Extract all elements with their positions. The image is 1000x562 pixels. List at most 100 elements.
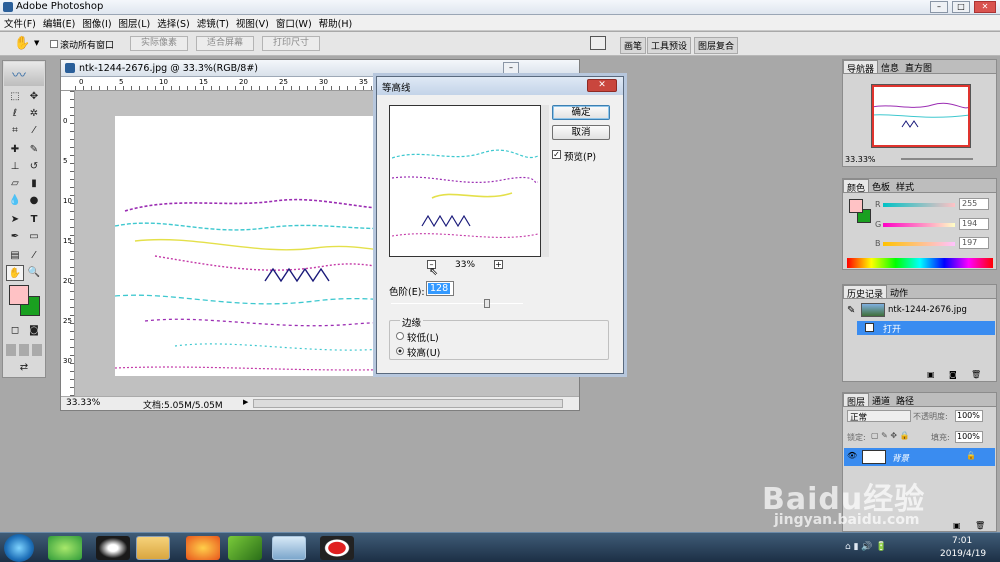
zoom-tool-icon[interactable]: 🔍: [25, 265, 43, 281]
level-slider-thumb[interactable]: [484, 299, 490, 308]
close-button[interactable]: ✕: [974, 1, 996, 13]
preview-scrollbar[interactable]: [541, 105, 549, 257]
tab-swatches[interactable]: 色板: [869, 179, 893, 193]
r-value[interactable]: 255: [959, 198, 989, 210]
navigator-thumbnail[interactable]: [871, 84, 971, 148]
taskbar-browser-icon[interactable]: [48, 536, 82, 560]
b-value[interactable]: 197: [959, 237, 989, 249]
tab-navigator[interactable]: 导航器: [843, 60, 879, 75]
new-document-from-state-icon[interactable]: ▣: [927, 370, 935, 379]
move-tool-icon[interactable]: ✥: [25, 89, 43, 105]
menu-help[interactable]: 帮助(H): [315, 15, 356, 30]
crop-tool-icon[interactable]: ⌗: [6, 123, 24, 139]
start-button[interactable]: [4, 534, 34, 562]
upper-radio[interactable]: [396, 347, 404, 355]
history-brush-source-icon[interactable]: ✎: [847, 305, 855, 316]
menu-view[interactable]: 视图(V): [232, 15, 272, 30]
hand-tool-icon[interactable]: ✋: [14, 36, 30, 51]
menu-edit[interactable]: 编辑(E): [39, 15, 78, 30]
create-snapshot-icon[interactable]: ◙: [949, 370, 957, 379]
scroll-all-checkbox[interactable]: [50, 40, 58, 48]
layer-row-background[interactable]: 👁 背景 🔒: [844, 448, 995, 466]
tab-color[interactable]: 颜色: [843, 179, 870, 194]
taskbar-firefox-icon[interactable]: [186, 536, 220, 560]
jump-to-imageready-icon[interactable]: ⇄: [15, 360, 33, 376]
blend-mode-select[interactable]: 正常: [847, 410, 911, 423]
taskbar-folder-icon[interactable]: [136, 536, 170, 560]
clone-stamp-tool-icon[interactable]: ⊥: [6, 159, 24, 175]
screen-mode-icons[interactable]: [6, 344, 44, 356]
level-slider-track[interactable]: [391, 303, 523, 304]
snapshot-name[interactable]: ntk-1244-2676.jpg: [888, 305, 967, 315]
history-step-row[interactable]: 打开: [857, 321, 995, 335]
marquee-tool-icon[interactable]: ⬚: [6, 89, 24, 105]
brush-tool-icon[interactable]: ✎: [25, 142, 43, 158]
menu-image[interactable]: 图像(I): [78, 15, 114, 30]
history-brush-tool-icon[interactable]: ↺: [25, 159, 43, 175]
navigator-zoom[interactable]: 33.33%: [845, 155, 876, 164]
magic-wand-tool-icon[interactable]: ✲: [25, 106, 43, 122]
color-spectrum-bar[interactable]: [847, 258, 993, 268]
opacity-input[interactable]: 100%: [955, 410, 983, 422]
hand-tool-button-icon[interactable]: ✋: [6, 265, 24, 281]
taskbar-record-icon[interactable]: [320, 536, 354, 560]
path-selection-tool-icon[interactable]: ➤: [6, 212, 24, 228]
cancel-button[interactable]: 取消: [552, 125, 610, 140]
menu-filter[interactable]: 滤镜(T): [193, 15, 232, 30]
fill-input[interactable]: 100%: [955, 431, 983, 443]
actual-pixels-button[interactable]: 实际像素: [130, 36, 188, 51]
menu-layer[interactable]: 图层(L): [115, 15, 154, 30]
type-tool-icon[interactable]: T: [25, 212, 43, 228]
lasso-tool-icon[interactable]: ℓ: [6, 106, 24, 122]
color-fg-swatch[interactable]: [849, 199, 863, 213]
lock-icons[interactable]: ▢ ✎ ✥ 🔒: [871, 431, 910, 440]
preview-checkbox[interactable]: ✓: [552, 150, 561, 159]
tab-history[interactable]: 历史记录: [843, 285, 888, 300]
menu-window[interactable]: 窗口(W): [272, 15, 315, 30]
healing-brush-tool-icon[interactable]: ✚: [6, 142, 24, 158]
zoom-level[interactable]: 33.33%: [66, 398, 100, 408]
document-minimize-button[interactable]: –: [503, 62, 519, 74]
blur-tool-icon[interactable]: 💧: [6, 193, 24, 209]
navigator-zoom-slider[interactable]: [901, 158, 973, 160]
level-input[interactable]: 128: [426, 281, 454, 296]
horizontal-scrollbar[interactable]: [253, 399, 563, 408]
tab-layers[interactable]: 图层: [843, 393, 870, 408]
tab-info[interactable]: 信息: [878, 60, 902, 74]
taskbar-photoshop-icon[interactable]: [272, 536, 306, 560]
g-value[interactable]: 194: [959, 218, 989, 230]
tab-actions[interactable]: 动作: [887, 285, 911, 299]
tab-histogram[interactable]: 直方图: [902, 60, 935, 74]
print-size-button[interactable]: 打印尺寸: [262, 36, 320, 51]
status-menu-arrow-icon[interactable]: ▶: [243, 398, 248, 406]
tab-paths[interactable]: 路径: [893, 393, 917, 407]
eyedropper-tool-icon[interactable]: ⁄: [25, 248, 43, 264]
document-titlebar[interactable]: ntk-1244-2676.jpg @ 33.3%(RGB/8#) –: [61, 60, 579, 77]
palette-well-tool-presets[interactable]: 工具预设: [647, 37, 692, 54]
clock-date[interactable]: 2019/4/19: [940, 549, 986, 559]
standard-mode-icon[interactable]: ◻: [6, 323, 24, 339]
preview-pane[interactable]: [389, 105, 541, 257]
g-slider[interactable]: [883, 223, 955, 227]
maximize-button[interactable]: □: [952, 1, 970, 13]
quick-mask-mode-icon[interactable]: ◙: [25, 323, 43, 339]
file-browser-icon[interactable]: [590, 36, 606, 50]
tool-preset-dropdown-icon[interactable]: ▼: [34, 39, 39, 47]
notes-tool-icon[interactable]: ▤: [6, 248, 24, 264]
new-layer-icon[interactable]: ▣: [953, 521, 961, 530]
clock-time[interactable]: 7:01: [952, 536, 972, 546]
menu-select[interactable]: 选择(S): [153, 15, 192, 30]
layer-visibility-eye-icon[interactable]: 👁: [847, 451, 857, 460]
dodge-tool-icon[interactable]: ●: [25, 193, 43, 209]
tab-styles[interactable]: 样式: [893, 179, 917, 193]
slice-tool-icon[interactable]: ⁄: [25, 123, 43, 139]
gradient-tool-icon[interactable]: ▮: [25, 176, 43, 192]
dialog-close-button[interactable]: ✕: [587, 79, 617, 92]
palette-well-layer-comps[interactable]: 图层复合: [694, 37, 739, 54]
fit-screen-button[interactable]: 适合屏幕: [196, 36, 254, 51]
pen-tool-icon[interactable]: ✒: [6, 229, 24, 245]
foreground-color-swatch[interactable]: [9, 285, 29, 305]
eraser-tool-icon[interactable]: ▱: [6, 176, 24, 192]
palette-well-brushes[interactable]: 画笔: [620, 37, 647, 54]
delete-layer-icon[interactable]: 🗑: [975, 521, 985, 530]
